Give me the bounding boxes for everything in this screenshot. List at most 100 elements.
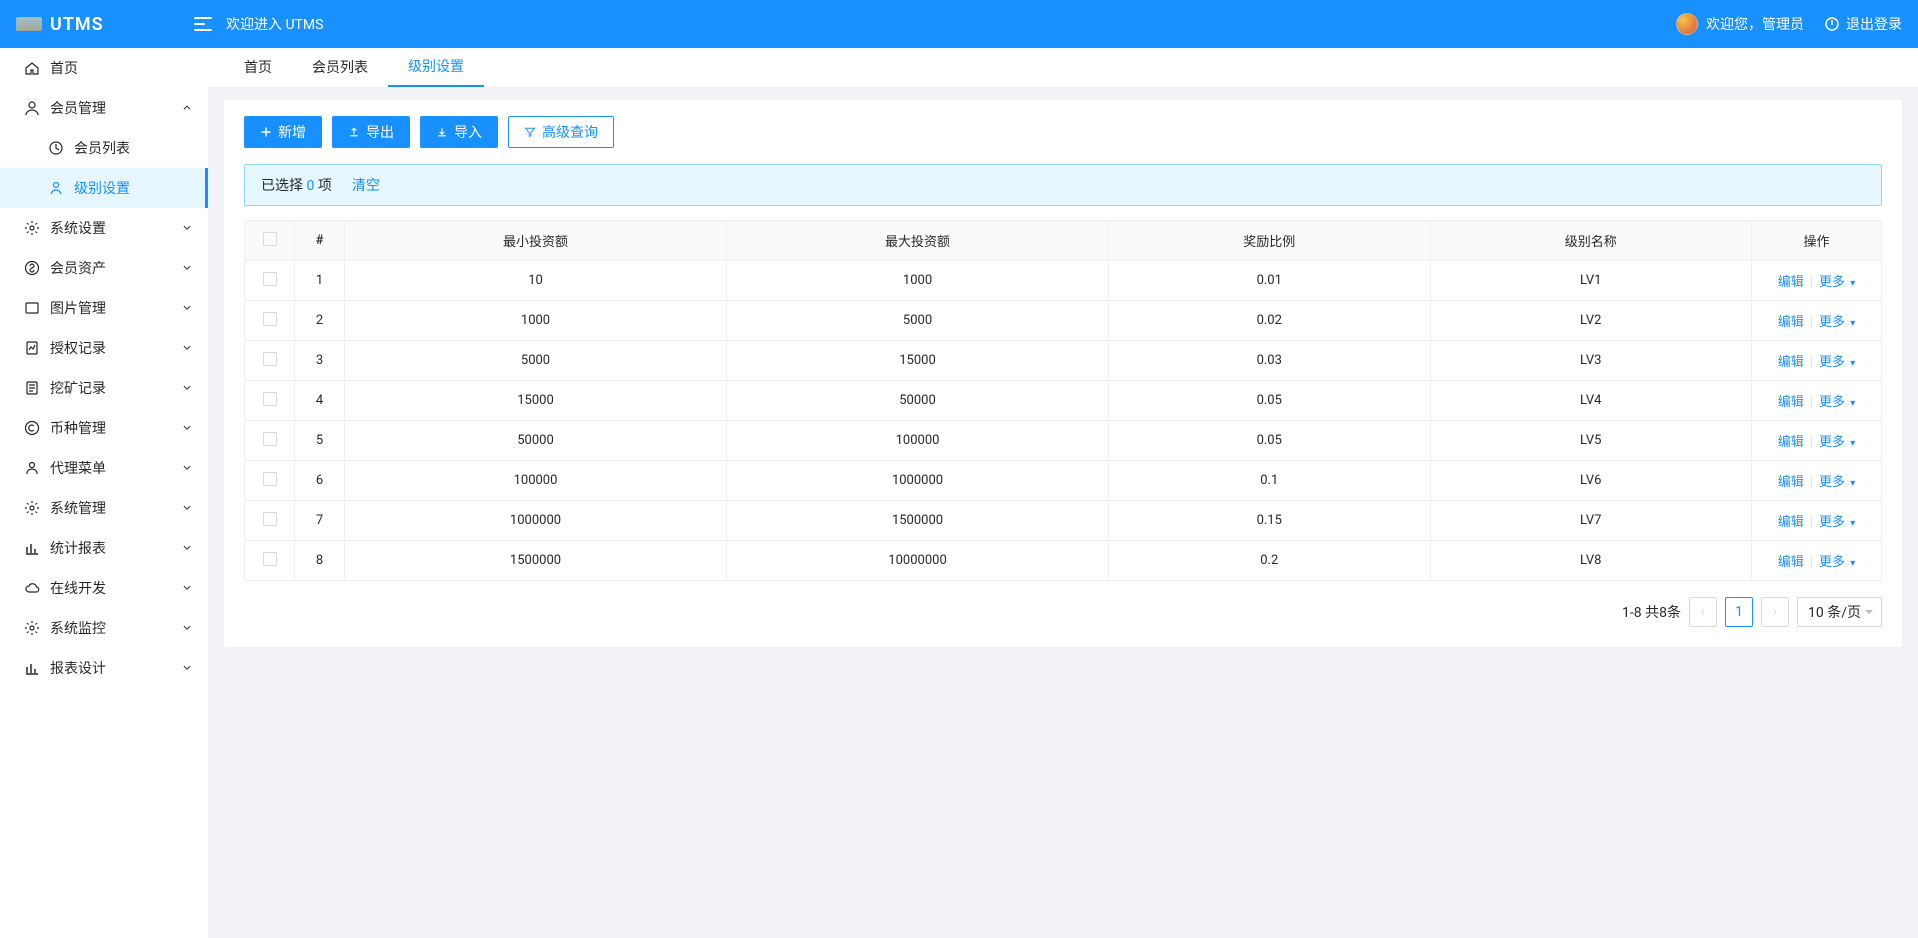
edit-link[interactable]: 编辑 bbox=[1778, 355, 1804, 370]
sidebar-item-label: 代理菜单 bbox=[50, 458, 182, 478]
import-button[interactable]: 导入 bbox=[420, 116, 498, 148]
table-row: 5500001000000.05LV5编辑|更多 ▾ bbox=[245, 421, 1882, 461]
gear-icon bbox=[24, 220, 40, 236]
edit-link[interactable]: 编辑 bbox=[1778, 435, 1804, 450]
app-name: UTMS bbox=[50, 14, 104, 35]
col-reward-ratio[interactable]: 奖励比例 bbox=[1109, 221, 1430, 261]
cell-name: LV1 bbox=[1430, 261, 1752, 301]
image-icon bbox=[24, 300, 40, 316]
upload-icon bbox=[348, 126, 360, 138]
chevron-down-icon bbox=[182, 583, 192, 593]
menu-fold-icon[interactable] bbox=[194, 15, 212, 33]
edit-link[interactable]: 编辑 bbox=[1778, 555, 1804, 570]
cell-name: LV2 bbox=[1430, 301, 1752, 341]
chevron-down-icon bbox=[182, 223, 192, 233]
more-dropdown[interactable]: 更多 ▾ bbox=[1819, 475, 1855, 490]
cell-actions: 编辑|更多 ▾ bbox=[1752, 341, 1882, 381]
sidebar-item-label: 报表设计 bbox=[50, 658, 182, 678]
add-button[interactable]: 新增 bbox=[244, 116, 322, 148]
sidebar-item-level-setting[interactable]: 级别设置 bbox=[0, 168, 208, 208]
sidebar-item-label: 在线开发 bbox=[50, 578, 182, 598]
more-dropdown[interactable]: 更多 ▾ bbox=[1819, 395, 1855, 410]
row-checkbox[interactable] bbox=[263, 392, 277, 406]
row-checkbox[interactable] bbox=[263, 552, 277, 566]
prev-page-button[interactable]: ‹ bbox=[1689, 597, 1717, 627]
select-all-checkbox[interactable] bbox=[263, 232, 277, 246]
cell-actions: 编辑|更多 ▾ bbox=[1752, 381, 1882, 421]
sidebar-item-report[interactable]: 统计报表 bbox=[0, 528, 208, 568]
cell-actions: 编辑|更多 ▾ bbox=[1752, 261, 1882, 301]
user-area[interactable]: 欢迎您，管理员 bbox=[1676, 13, 1804, 35]
sidebar-item-online-dev[interactable]: 在线开发 bbox=[0, 568, 208, 608]
edit-link[interactable]: 编辑 bbox=[1778, 315, 1804, 330]
page-1-button[interactable]: 1 bbox=[1725, 597, 1753, 627]
advanced-search-label: 高级查询 bbox=[542, 122, 598, 142]
more-dropdown[interactable]: 更多 ▾ bbox=[1819, 355, 1855, 370]
tab-home[interactable]: 首页 bbox=[224, 47, 292, 87]
row-checkbox[interactable] bbox=[263, 472, 277, 486]
cell-index: 1 bbox=[295, 261, 345, 301]
sidebar-item-system-setting[interactable]: 系统设置 bbox=[0, 208, 208, 248]
sidebar-item-coin[interactable]: 币种管理 bbox=[0, 408, 208, 448]
col-min-invest[interactable]: 最小投资额 bbox=[345, 221, 727, 261]
more-dropdown[interactable]: 更多 ▾ bbox=[1819, 555, 1855, 570]
table-row: 35000150000.03LV3编辑|更多 ▾ bbox=[245, 341, 1882, 381]
export-button[interactable]: 导出 bbox=[332, 116, 410, 148]
user-icon bbox=[24, 100, 40, 116]
sidebar-item-auth-record[interactable]: 授权记录 bbox=[0, 328, 208, 368]
cell-index: 7 bbox=[295, 501, 345, 541]
tab-member-list[interactable]: 会员列表 bbox=[292, 47, 388, 87]
col-max-invest[interactable]: 最大投资额 bbox=[727, 221, 1109, 261]
cell-min: 50000 bbox=[345, 421, 727, 461]
clear-selection-link[interactable]: 清空 bbox=[352, 175, 380, 195]
edit-link[interactable]: 编辑 bbox=[1778, 515, 1804, 530]
row-checkbox[interactable] bbox=[263, 512, 277, 526]
row-checkbox[interactable] bbox=[263, 272, 277, 286]
selection-text: 已选择 0 项 bbox=[261, 175, 332, 195]
more-dropdown[interactable]: 更多 ▾ bbox=[1819, 515, 1855, 530]
level-settings-card: 新增 导出 导入 高级查询 bbox=[224, 100, 1902, 647]
edit-link[interactable]: 编辑 bbox=[1778, 475, 1804, 490]
row-checkbox[interactable] bbox=[263, 312, 277, 326]
more-dropdown[interactable]: 更多 ▾ bbox=[1819, 275, 1855, 290]
more-dropdown[interactable]: 更多 ▾ bbox=[1819, 315, 1855, 330]
col-level-name[interactable]: 级别名称 bbox=[1430, 221, 1752, 261]
edit-link[interactable]: 编辑 bbox=[1778, 395, 1804, 410]
sidebar-item-member-list[interactable]: 会员列表 bbox=[0, 128, 208, 168]
page-size-select[interactable]: 10 条/页 bbox=[1797, 597, 1882, 627]
row-checkbox[interactable] bbox=[263, 352, 277, 366]
table-row: 81500000100000000.2LV8编辑|更多 ▾ bbox=[245, 541, 1882, 581]
sidebar-item-mining-record[interactable]: 挖矿记录 bbox=[0, 368, 208, 408]
chevron-down-icon bbox=[182, 423, 192, 433]
tab-level-setting[interactable]: 级别设置 bbox=[388, 47, 484, 87]
edit-link[interactable]: 编辑 bbox=[1778, 275, 1804, 290]
sidebar-item-label: 挖矿记录 bbox=[50, 378, 182, 398]
next-page-button[interactable]: › bbox=[1761, 597, 1789, 627]
logout-button[interactable]: 退出登录 bbox=[1824, 14, 1902, 34]
logout-label: 退出登录 bbox=[1846, 14, 1902, 34]
cell-min: 1500000 bbox=[345, 541, 727, 581]
chevron-down-icon: ▾ bbox=[1850, 398, 1855, 409]
sidebar-item-system-mgmt[interactable]: 系统管理 bbox=[0, 488, 208, 528]
chevron-down-icon: ▾ bbox=[1850, 318, 1855, 329]
chevron-down-icon: ▾ bbox=[1850, 518, 1855, 529]
sidebar-item-picture[interactable]: 图片管理 bbox=[0, 288, 208, 328]
sidebar-item-member-asset[interactable]: 会员资产 bbox=[0, 248, 208, 288]
sidebar-item-report-design[interactable]: 报表设计 bbox=[0, 648, 208, 688]
sidebar-item-home[interactable]: 首页 bbox=[0, 48, 208, 88]
sidebar-item-member[interactable]: 会员管理 bbox=[0, 88, 208, 128]
more-dropdown[interactable]: 更多 ▾ bbox=[1819, 435, 1855, 450]
home-icon bbox=[24, 60, 40, 76]
row-checkbox[interactable] bbox=[263, 432, 277, 446]
advanced-search-button[interactable]: 高级查询 bbox=[508, 116, 614, 148]
sidebar-item-system-monitor[interactable]: 系统监控 bbox=[0, 608, 208, 648]
sidebar-item-agent[interactable]: 代理菜单 bbox=[0, 448, 208, 488]
chevron-down-icon bbox=[182, 383, 192, 393]
cell-actions: 编辑|更多 ▾ bbox=[1752, 301, 1882, 341]
cell-max: 15000 bbox=[727, 341, 1109, 381]
chevron-down-icon: ▾ bbox=[1850, 478, 1855, 489]
cell-ratio: 0.03 bbox=[1109, 341, 1430, 381]
export-label: 导出 bbox=[366, 122, 394, 142]
logo-area: UTMS bbox=[16, 14, 186, 35]
table-row: 2100050000.02LV2编辑|更多 ▾ bbox=[245, 301, 1882, 341]
